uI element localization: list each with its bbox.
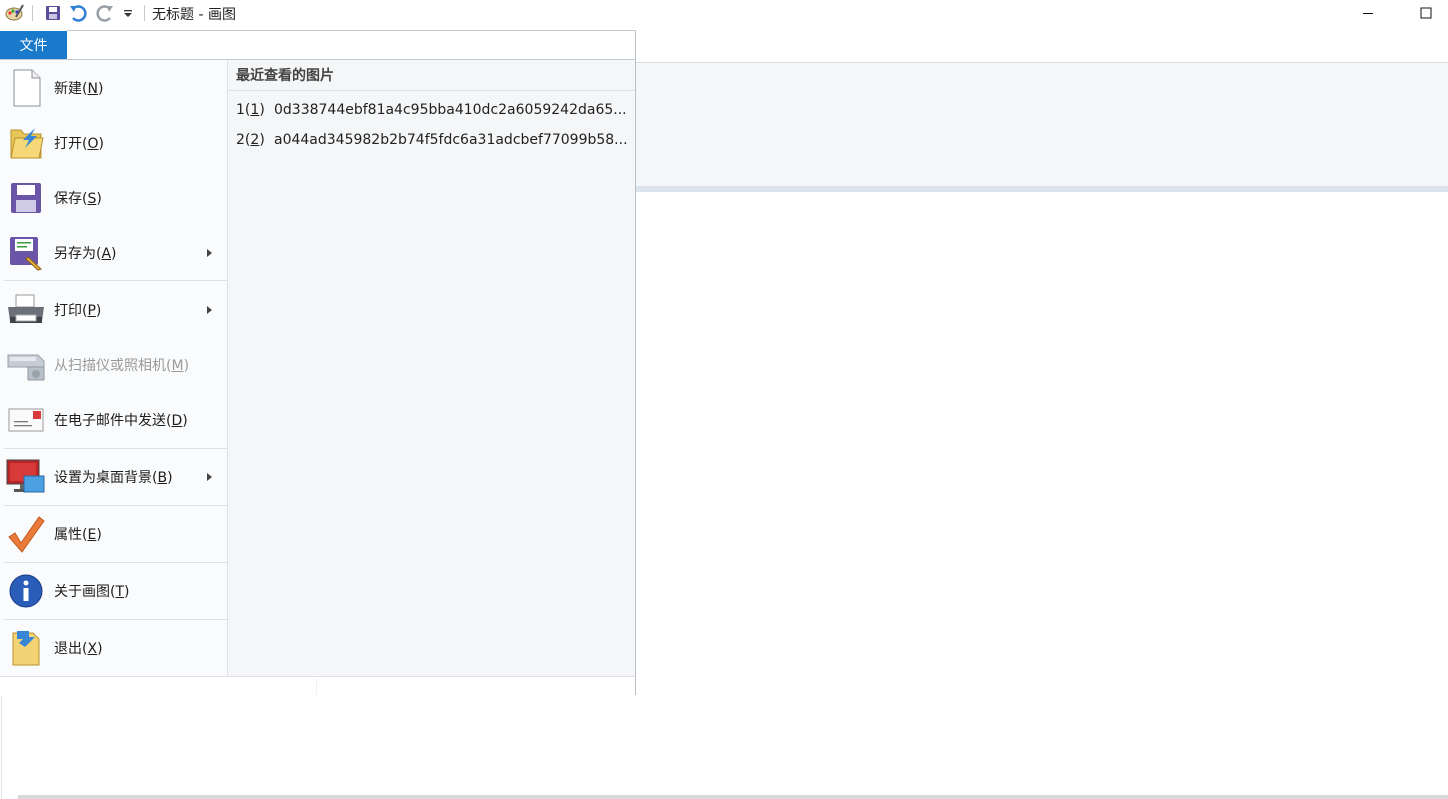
recent-item-accesskey: 1 [250, 102, 260, 118]
maximize-icon[interactable] [1403, 0, 1448, 26]
email-icon [6, 400, 46, 440]
recent-item-accesskey: 2 [250, 132, 260, 148]
menu-item-accesskey: X [87, 641, 98, 657]
menu-header-strip [67, 30, 636, 60]
menu-item-label: 新建 [54, 81, 82, 97]
menu-item-accesskey: O [87, 136, 99, 152]
menu-item-label: 属性 [54, 527, 82, 543]
save-icon[interactable] [43, 3, 63, 23]
redo-icon[interactable] [95, 3, 115, 23]
info-icon [6, 571, 46, 611]
qat-separator [144, 5, 145, 21]
recent-item-index: 2 [236, 132, 245, 148]
menu-item-accesskey: T [115, 584, 125, 600]
menu-item-label: 退出 [54, 641, 82, 657]
exit-icon [6, 628, 46, 668]
recent-pictures-title: 最近查看的图片 [236, 68, 334, 84]
horizontal-scrollbar[interactable] [18, 795, 1448, 799]
menu-separator [4, 280, 227, 281]
menu-item-accesskey: M [171, 358, 184, 374]
submenu-arrow-icon [207, 306, 212, 314]
menu-commands: 新建(N) 打开(O) 保存(S) 另存为(A) 打印(P) 从扫描仪或照相机(… [0, 60, 228, 676]
menu-item-accesskey: A [101, 246, 112, 262]
menu-item-accesskey: E [87, 527, 97, 543]
menu-item-exit[interactable]: 退出(X) [0, 622, 227, 674]
menu-separator [4, 505, 227, 506]
recent-item-index: 1 [236, 102, 245, 118]
open-folder-icon [6, 123, 46, 163]
recent-pictures-panel: 最近查看的图片 1(1) 0d338744ebf81a4c95bba410dc2a… [228, 60, 635, 676]
scanner-camera-icon [6, 345, 46, 385]
recent-item[interactable]: 2(2) a044ad345982b2b74f5fdc6a31adcbef7709… [236, 132, 634, 148]
menu-separator [4, 619, 227, 620]
menu-item-accesskey: N [87, 81, 98, 97]
menu-separator [4, 448, 227, 449]
menu-item-label: 保存 [54, 191, 82, 207]
menu-item-new[interactable]: 新建(N) [0, 62, 227, 114]
menu-item-set-desktop-background[interactable]: 设置为桌面背景(B) [0, 451, 227, 503]
minimize-icon[interactable] [1345, 0, 1391, 26]
recent-item[interactable]: 1(1) 0d338744ebf81a4c95bba410dc2a6059242d… [236, 102, 634, 118]
save-as-icon [6, 233, 46, 273]
menu-item-label: 打印 [54, 303, 82, 319]
menu-item-accesskey: B [157, 470, 168, 486]
menu-item-label: 从扫描仪或照相机 [54, 358, 166, 374]
menu-item-accesskey: S [87, 191, 97, 207]
paint-app-icon[interactable] [4, 3, 24, 23]
dropdown-arrow-icon[interactable] [118, 3, 138, 23]
window-title: 无标题 - 画图 [152, 7, 236, 23]
checkmark-icon [6, 514, 46, 554]
file-tab[interactable]: 文件 [0, 31, 67, 59]
menu-item-open[interactable]: 打开(O) [0, 117, 227, 169]
menu-item-accesskey: D [171, 413, 183, 429]
menu-footer [0, 676, 635, 696]
submenu-arrow-icon [207, 473, 212, 481]
menu-item-print[interactable]: 打印(P) [0, 284, 227, 336]
qat-separator [32, 5, 33, 21]
menu-item-label: 另存为 [54, 246, 96, 262]
menu-item-save[interactable]: 保存(S) [0, 172, 227, 224]
menu-item-label: 在电子邮件中发送 [54, 413, 166, 429]
recent-divider [228, 90, 635, 91]
desktop-background-icon [6, 457, 46, 497]
menu-item-about[interactable]: 关于画图(T) [0, 565, 227, 617]
menu-separator [4, 562, 227, 563]
menu-item-send-email[interactable]: 在电子邮件中发送(D) [0, 394, 227, 446]
menu-item-properties[interactable]: 属性(E) [0, 508, 227, 560]
recent-item-filename: 0d338744ebf81a4c95bba410dc2a6059242da65.… [274, 102, 627, 118]
printer-icon [6, 290, 46, 330]
file-menu: 新建(N) 打开(O) 保存(S) 另存为(A) 打印(P) 从扫描仪或照相机(… [0, 59, 636, 696]
floppy-save-icon [6, 178, 46, 218]
menu-item-scanner-camera[interactable]: 从扫描仪或照相机(M) [0, 339, 227, 391]
menu-item-save-as[interactable]: 另存为(A) [0, 227, 227, 279]
menu-item-label: 关于画图 [54, 584, 110, 600]
menu-item-label: 设置为桌面背景 [54, 470, 152, 486]
recent-item-filename: a044ad345982b2b74f5fdc6a31adcbef77099b58… [274, 132, 628, 148]
submenu-arrow-icon [207, 249, 212, 257]
menu-item-label: 打开 [54, 136, 82, 152]
menu-item-accesskey: P [87, 303, 96, 319]
undo-icon[interactable] [68, 3, 88, 23]
new-document-icon [6, 68, 46, 108]
title-bar: 无标题 - 画图 [0, 0, 1448, 26]
